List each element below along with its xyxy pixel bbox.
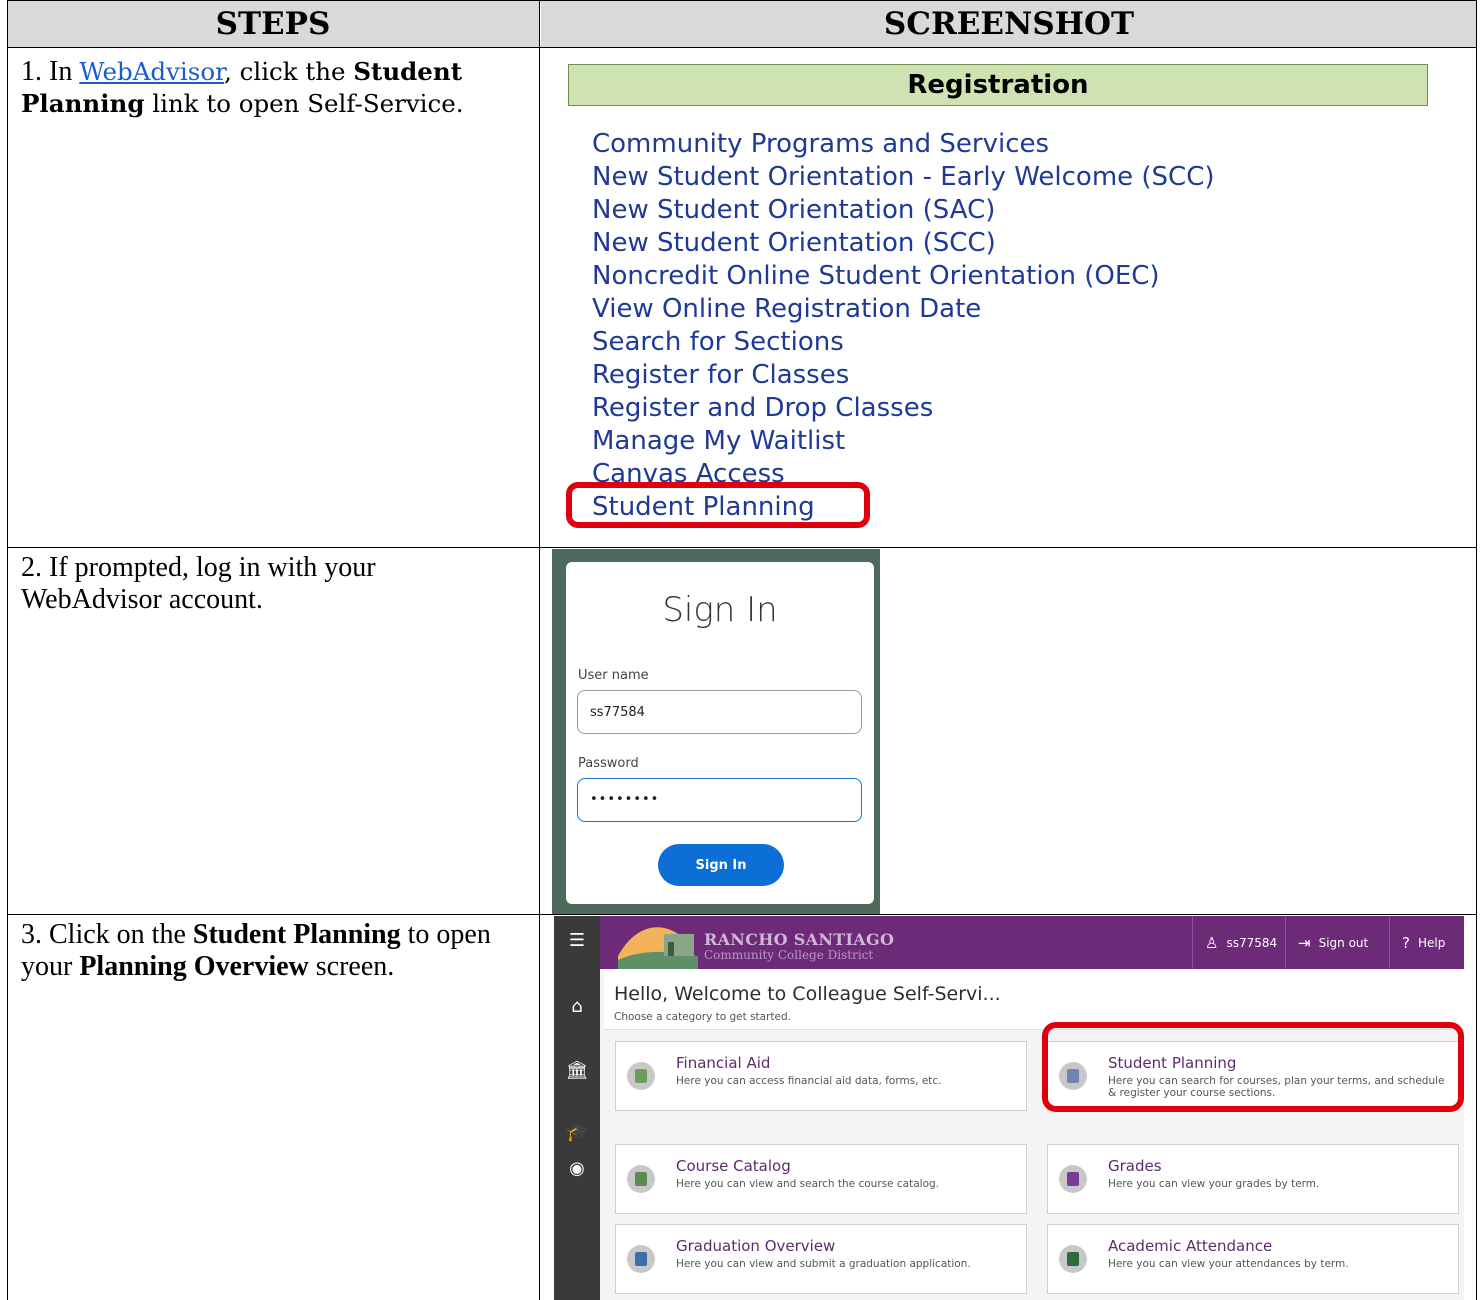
financial-aid-card[interactable]: Financial Aid Here you can access financ…	[615, 1041, 1027, 1111]
book-icon	[627, 1165, 655, 1193]
registration-link[interactable]: New Student Orientation (SAC)	[592, 194, 1215, 227]
canvas-access-link[interactable]: Canvas Access	[592, 458, 785, 482]
step-3-text: 3. Click on the Student Planning to open…	[21, 919, 491, 982]
registration-link[interactable]: Noncredit Online Student Orientation (OE…	[592, 260, 1215, 293]
graduation-icon	[627, 1245, 655, 1273]
institution-icon[interactable]: 🏛	[564, 1058, 590, 1084]
step-2-text: 2. If prompted, log in with your WebAdvi…	[21, 552, 376, 615]
course-catalog-card[interactable]: Course Catalog Here you can view and sea…	[615, 1144, 1027, 1214]
graduation-overview-card[interactable]: Graduation Overview Here you can view an…	[615, 1224, 1027, 1294]
graduation-cap-icon[interactable]: 🎓	[564, 1120, 590, 1146]
table-border	[7, 0, 1477, 1]
welcome-subtitle: Choose a category to get started.	[614, 1011, 791, 1023]
college-logo	[618, 916, 698, 969]
screenshot-column-header: SCREENSHOT	[541, 1, 1477, 47]
password-label: Password	[578, 756, 639, 771]
registration-link[interactable]: New Student Orientation (SCC)	[592, 227, 1215, 260]
student-planning-link[interactable]: Student Planning	[592, 492, 815, 522]
card-title: Financial Aid	[676, 1054, 771, 1072]
card-title: Course Catalog	[676, 1157, 791, 1175]
card-description: Here you can view and submit a graduatio…	[676, 1258, 971, 1270]
grades-icon	[1059, 1165, 1087, 1193]
registration-link[interactable]: Search for Sections	[592, 326, 1215, 359]
user-menu-button[interactable]: ♙ ss77584	[1192, 916, 1285, 969]
self-service-screen: ☰ ⌂ 🏛 🎓 ◉ RANCHO SANTIAGO Community Coll…	[554, 916, 1464, 1300]
signin-title: Sign In	[662, 590, 778, 630]
help-icon: ?	[1402, 933, 1410, 952]
user-icon: ♙	[1205, 933, 1219, 952]
card-title: Academic Attendance	[1108, 1237, 1273, 1255]
side-nav: ☰ ⌂ 🏛 🎓 ◉	[554, 916, 600, 1300]
card-title: Grades	[1108, 1157, 1162, 1175]
academic-attendance-card[interactable]: Academic Attendance Here you can view yo…	[1047, 1224, 1459, 1294]
card-title: Graduation Overview	[676, 1237, 836, 1255]
table-border	[1476, 0, 1477, 1300]
card-description: Here you can view your attendances by te…	[1108, 1258, 1349, 1270]
table-border	[7, 0, 8, 1300]
attendance-icon	[1059, 1245, 1087, 1273]
registration-menu: Community Programs and Services New Stud…	[592, 128, 1215, 458]
registration-link[interactable]: View Online Registration Date	[592, 293, 1215, 326]
home-icon[interactable]: ⌂	[564, 994, 590, 1020]
student-planning-highlight[interactable]: Student Planning	[566, 482, 870, 528]
table-border	[7, 914, 1477, 915]
registration-link[interactable]: Manage My Waitlist	[592, 425, 1215, 458]
table-border	[7, 547, 1477, 548]
card-description: Here you can view your grades by term.	[1108, 1178, 1320, 1190]
registration-link[interactable]: Community Programs and Services	[592, 128, 1215, 161]
table-border	[539, 0, 540, 1300]
registration-link[interactable]: Register and Drop Classes	[592, 392, 1215, 425]
registration-heading: Registration	[568, 64, 1428, 106]
sign-out-icon: ⇥	[1298, 933, 1311, 952]
registration-link[interactable]: Register for Classes	[592, 359, 1215, 392]
grades-card[interactable]: Grades Here you can view your grades by …	[1047, 1144, 1459, 1214]
student-planning-highlight	[1042, 1022, 1464, 1112]
sign-in-button[interactable]: Sign In	[658, 844, 784, 886]
registration-link[interactable]: New Student Orientation - Early Welcome …	[592, 161, 1215, 194]
welcome-title: Hello, Welcome to Colleague Self-Servi..…	[614, 983, 1001, 1005]
signin-card: Sign In User name Password •••••••• Sign…	[566, 562, 874, 904]
step-1-text: 1. In WebAdvisor, click the Student Plan…	[21, 56, 464, 118]
help-button[interactable]: ? Help	[1389, 916, 1464, 969]
card-description: Here you can view and search the course …	[676, 1178, 940, 1190]
steps-column-header: STEPS	[7, 1, 539, 47]
username-field[interactable]	[577, 690, 862, 734]
table-border	[7, 47, 1477, 48]
webadvisor-link[interactable]: WebAdvisor	[79, 57, 224, 86]
college-district: Community College District	[704, 948, 874, 962]
menu-icon[interactable]: ☰	[564, 928, 590, 954]
money-icon	[627, 1062, 655, 1090]
sign-out-button[interactable]: ⇥ Sign out	[1285, 916, 1389, 969]
password-field[interactable]: ••••••••	[577, 778, 862, 822]
welcome-banner: Hello, Welcome to Colleague Self-Servi..…	[604, 969, 1464, 1030]
username-label: User name	[578, 668, 649, 683]
card-description: Here you can access financial aid data, …	[676, 1075, 942, 1087]
college-name: RANCHO SANTIAGO	[704, 930, 895, 949]
user-circle-icon[interactable]: ◉	[564, 1156, 590, 1182]
